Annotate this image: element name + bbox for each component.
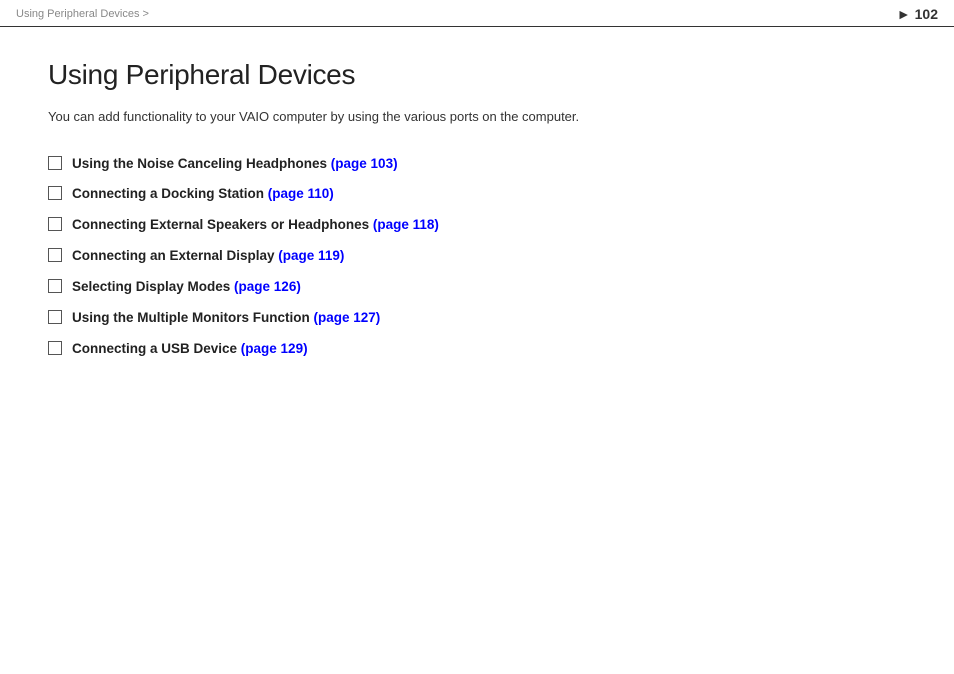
intro-paragraph: You can add functionality to your VAIO c…	[48, 107, 906, 127]
checkbox-icon	[48, 279, 62, 293]
list-item: Connecting a Docking Station (page 110)	[48, 185, 906, 204]
arrow-right-icon: ►	[897, 6, 911, 22]
list-item: Using the Multiple Monitors Function (pa…	[48, 309, 906, 328]
item-label: Connecting External Speakers or Headphon…	[72, 216, 439, 235]
item-page-link[interactable]: (page 129)	[241, 341, 308, 356]
list-item: Connecting External Speakers or Headphon…	[48, 216, 906, 235]
item-page-link[interactable]: (page 103)	[331, 156, 398, 171]
list-item: Connecting an External Display (page 119…	[48, 247, 906, 266]
list-item: Using the Noise Canceling Headphones (pa…	[48, 155, 906, 174]
list-item: Connecting a USB Device (page 129)	[48, 340, 906, 359]
checkbox-icon	[48, 341, 62, 355]
breadcrumb: Using Peripheral Devices >	[16, 8, 149, 20]
item-label: Connecting a Docking Station (page 110)	[72, 185, 334, 204]
item-label: Using the Noise Canceling Headphones (pa…	[72, 155, 398, 174]
item-page-link[interactable]: (page 118)	[373, 217, 439, 232]
item-label: Connecting an External Display (page 119…	[72, 247, 344, 266]
page-title: Using Peripheral Devices	[48, 59, 906, 91]
item-page-link[interactable]: (page 126)	[234, 279, 301, 294]
checkbox-icon	[48, 248, 62, 262]
item-page-link[interactable]: (page 110)	[268, 186, 334, 201]
item-page-link[interactable]: (page 119)	[278, 248, 344, 263]
checkbox-icon	[48, 217, 62, 231]
checkbox-icon	[48, 156, 62, 170]
item-label: Selecting Display Modes (page 126)	[72, 278, 301, 297]
item-page-link[interactable]: (page 127)	[313, 310, 380, 325]
items-list: Using the Noise Canceling Headphones (pa…	[48, 155, 906, 359]
page-number: 102	[915, 6, 938, 22]
checkbox-icon	[48, 310, 62, 324]
item-label: Using the Multiple Monitors Function (pa…	[72, 309, 380, 328]
checkbox-icon	[48, 186, 62, 200]
item-label: Connecting a USB Device (page 129)	[72, 340, 308, 359]
list-item: Selecting Display Modes (page 126)	[48, 278, 906, 297]
